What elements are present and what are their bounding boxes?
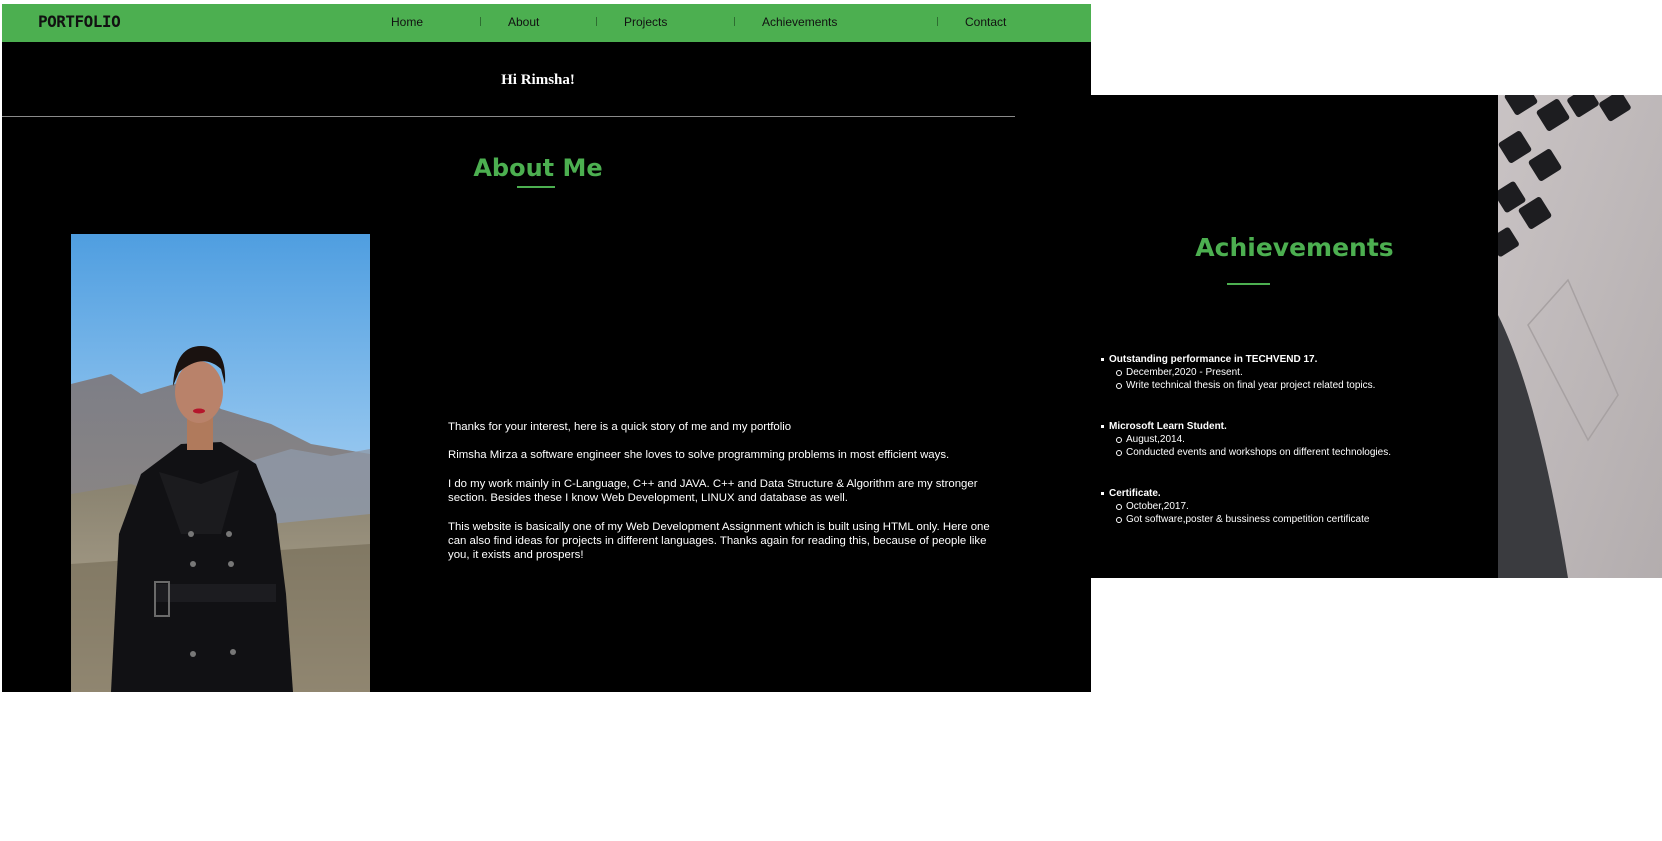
achievement-title: Microsoft Learn Student. bbox=[1091, 420, 1498, 433]
greeting-text: Hi Rimsha! bbox=[501, 72, 575, 88]
nav-contact[interactable]: Contact bbox=[965, 15, 1006, 29]
laptop-image bbox=[1498, 95, 1662, 578]
profile-photo bbox=[71, 234, 370, 692]
achievement-title: Certificate. bbox=[1091, 487, 1498, 500]
nav-home[interactable]: Home bbox=[391, 15, 423, 29]
nav-separator bbox=[937, 17, 938, 26]
achievement-item: Certificate. October,2017. Got software,… bbox=[1091, 487, 1498, 526]
achievement-detail: August,2014. bbox=[1091, 433, 1498, 446]
nav-separator bbox=[734, 17, 735, 26]
nav-about[interactable]: About bbox=[508, 15, 539, 29]
brand-logo[interactable]: PORTFOLIO bbox=[38, 12, 121, 31]
about-title: About Me bbox=[473, 154, 603, 182]
achievement-detail: Conducted events and workshops on differ… bbox=[1091, 446, 1498, 459]
achievement-item: Microsoft Learn Student. August,2014. Co… bbox=[1091, 420, 1498, 459]
achievements-title-underline bbox=[1227, 283, 1270, 285]
achievements-title: Achievements bbox=[1195, 233, 1394, 262]
navbar: PORTFOLIO Home About Projects Achievemen… bbox=[2, 4, 1091, 42]
about-text: Thanks for your interest, here is a quic… bbox=[448, 420, 1008, 577]
about-paragraph: Rimsha Mirza a software engineer she lov… bbox=[448, 449, 950, 462]
nav-separator bbox=[480, 17, 481, 26]
achievement-item: Outstanding performance in TECHVEND 17. … bbox=[1091, 353, 1498, 392]
about-title-underline bbox=[517, 186, 555, 188]
about-paragraph: I do my work mainly in C-Language, C++ a… bbox=[448, 477, 978, 505]
nav-projects[interactable]: Projects bbox=[624, 15, 667, 29]
divider bbox=[2, 116, 1015, 117]
achievement-detail: Got software,poster & bussiness competit… bbox=[1091, 513, 1498, 526]
nav-achievements[interactable]: Achievements bbox=[762, 15, 837, 29]
achievements-page: Achievements Outstanding performance in … bbox=[1091, 95, 1498, 578]
about-paragraph: This website is basically one of my Web … bbox=[448, 520, 990, 562]
nav-separator bbox=[596, 17, 597, 26]
achievement-detail: December,2020 - Present. bbox=[1091, 366, 1498, 379]
portfolio-page: PORTFOLIO Home About Projects Achievemen… bbox=[2, 4, 1091, 692]
achievement-title: Outstanding performance in TECHVEND 17. bbox=[1091, 353, 1498, 366]
achievement-detail: October,2017. bbox=[1091, 500, 1498, 513]
about-paragraph: Thanks for your interest, here is a quic… bbox=[448, 421, 792, 433]
achievement-detail: Write technical thesis on final year pro… bbox=[1091, 379, 1498, 392]
